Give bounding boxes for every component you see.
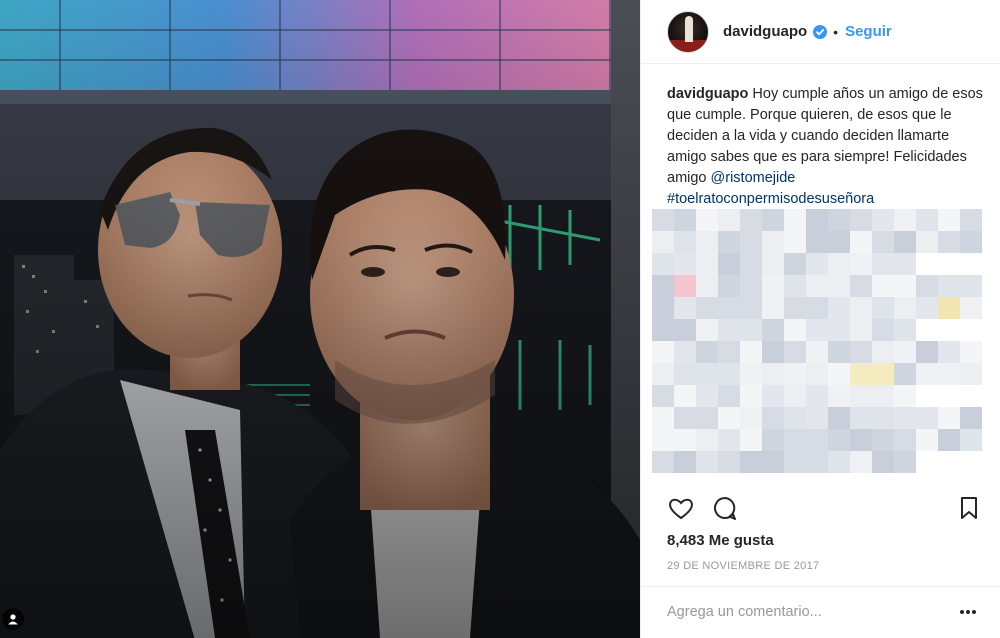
post-photo[interactable] [0,0,640,638]
caption-mention[interactable]: @ristomejide [711,170,796,186]
caption-username[interactable]: davidguapo [667,86,748,102]
post-username[interactable]: davidguapo [723,23,807,40]
photo-illustration [0,0,640,638]
comment-row [641,586,1000,638]
follow-button[interactable]: Seguir [845,23,892,40]
action-bar [667,494,989,524]
bookmark-icon[interactable] [955,494,983,522]
heart-icon[interactable] [667,494,695,522]
comment-icon[interactable] [711,494,739,522]
comment-input[interactable] [667,601,937,623]
post-date: 29 DE NOVIEMBRE DE 2017 [667,560,820,572]
pixelated-comments [652,209,982,473]
separator: • [833,23,839,40]
caption-hashtag[interactable]: #toelratoconpermisodesuseñora [667,191,874,207]
avatar[interactable] [667,10,709,53]
post-header: davidguapo • Seguir [641,0,1000,64]
more-options-icon[interactable] [959,609,977,615]
post-caption: davidguapo Hoy cumple años un amigo de e… [667,84,987,210]
verified-badge-icon [813,24,828,39]
likes-count[interactable]: 8,483 Me gusta [667,532,774,549]
user-tag-icon[interactable] [2,608,24,630]
